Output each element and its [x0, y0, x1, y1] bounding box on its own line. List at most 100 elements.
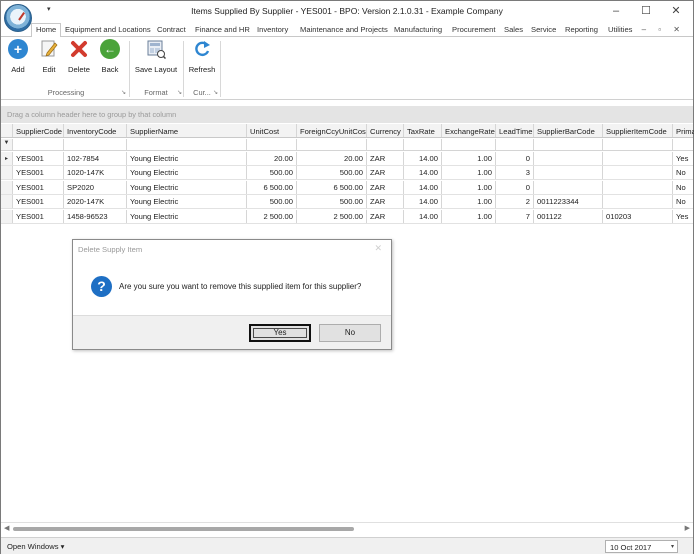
filter-cell-supplier-code[interactable]: [13, 139, 64, 150]
cell-inventory-code[interactable]: SP2020: [64, 180, 127, 194]
scroll-left-icon[interactable]: ◀: [4, 524, 9, 532]
table-row[interactable]: YES001 1458-96523 Young Electric 2 500.00 2 …: [1, 209, 694, 224]
table-row[interactable]: YES001 SP2020 Young Electric 6 500.00 6 500.…: [1, 180, 693, 195]
column-header-foreign-ccy-unit-cost[interactable]: ForeignCcyUnitCost: [297, 124, 367, 137]
cell-lead-time[interactable]: 0: [496, 180, 534, 194]
cell-primary[interactable]: Yes: [673, 152, 694, 165]
save-layout-button[interactable]: Save Layout: [133, 39, 179, 74]
maximize-button[interactable]: ☐: [631, 3, 661, 19]
cell-inventory-code[interactable]: 1020-147K: [64, 166, 127, 180]
cell-unit-cost[interactable]: 20.00: [247, 152, 297, 165]
cell-supplier-code[interactable]: YES001: [13, 195, 64, 209]
scroll-thumb[interactable]: [13, 527, 354, 531]
column-header-exchange-rate[interactable]: ExchangeRate: [442, 124, 496, 137]
cell-lead-time[interactable]: 2: [496, 195, 534, 209]
cell-unit-cost[interactable]: 6 500.00: [247, 180, 297, 194]
cell-supplier-name[interactable]: Young Electric: [127, 166, 247, 180]
tab-inventory[interactable]: Inventory: [257, 24, 288, 37]
cell-supplier-bar-code[interactable]: [534, 166, 603, 180]
format-launcher-icon[interactable]: ↘: [177, 89, 182, 96]
column-header-supplier-bar-code[interactable]: SupplierBarCode: [534, 124, 603, 137]
edit-button[interactable]: Edit: [38, 39, 60, 74]
filter-cell-primary[interactable]: [673, 139, 694, 150]
cell-supplier-name[interactable]: Young Electric: [127, 180, 247, 194]
filter-cell-unit-cost[interactable]: [247, 139, 297, 150]
cell-foreign-ccy-unit-cost[interactable]: 500.00: [297, 195, 367, 209]
cell-tax-rate[interactable]: 14.00: [404, 152, 442, 165]
tab-home[interactable]: Home: [31, 23, 62, 38]
cell-unit-cost[interactable]: 2 500.00: [247, 209, 297, 223]
cell-exchange-rate[interactable]: 1.00: [442, 209, 496, 223]
mdi-window-controls[interactable]: – ▫ ✕: [642, 25, 685, 34]
column-header-inventory-code[interactable]: InventoryCode: [64, 124, 127, 137]
cell-primary[interactable]: No: [673, 195, 694, 208]
cell-exchange-rate[interactable]: 1.00: [442, 195, 496, 209]
back-button[interactable]: ← Back: [99, 39, 121, 74]
processing-launcher-icon[interactable]: ↘: [121, 89, 126, 96]
filter-cell-supplier-name[interactable]: [127, 139, 247, 150]
delete-button[interactable]: Delete: [66, 39, 92, 74]
tab-contract[interactable]: Contract: [157, 24, 186, 37]
row-indicator[interactable]: [1, 209, 13, 223]
group-by-panel[interactable]: Drag a column header here to group by th…: [1, 106, 693, 123]
app-logo-icon[interactable]: [4, 4, 32, 32]
cell-primary[interactable]: Yes: [673, 210, 694, 223]
tab-maintenance-and-projects[interactable]: Maintenance and Projects: [300, 24, 388, 37]
date-dropdown-icon[interactable]: ▾: [671, 543, 674, 550]
table-row[interactable]: YES001 2020-147K Young Electric 500.00 500.0…: [1, 195, 694, 210]
filter-cell-lead-time[interactable]: [496, 139, 534, 150]
cell-supplier-item-code[interactable]: 010203: [603, 209, 673, 223]
cell-exchange-rate[interactable]: 1.00: [442, 166, 496, 180]
table-row[interactable]: ▸ YES001 102-7854 Young Electric 20.00 20.00 Z…: [1, 152, 693, 166]
tab-finance-and-hr[interactable]: Finance and HR: [195, 24, 250, 37]
cell-supplier-code[interactable]: YES001: [13, 180, 64, 194]
tab-reporting[interactable]: Reporting: [565, 24, 598, 37]
row-indicator[interactable]: ▸: [1, 152, 13, 165]
cell-foreign-ccy-unit-cost[interactable]: 20.00: [297, 152, 367, 165]
cell-exchange-rate[interactable]: 1.00: [442, 180, 496, 194]
cell-supplier-bar-code[interactable]: 001122: [534, 209, 603, 223]
cell-supplier-code[interactable]: YES001: [13, 152, 64, 165]
column-header-unit-cost[interactable]: UnitCost: [247, 124, 297, 137]
cell-currency[interactable]: ZAR: [367, 180, 404, 194]
cell-tax-rate[interactable]: 14.00: [404, 195, 442, 209]
column-header-primary[interactable]: Prima: [673, 124, 694, 137]
cell-currency[interactable]: ZAR: [367, 152, 404, 165]
cell-primary[interactable]: No: [673, 166, 694, 179]
row-indicator[interactable]: [1, 195, 13, 209]
column-header-supplier-item-code[interactable]: SupplierItemCode: [603, 124, 673, 137]
cell-supplier-item-code[interactable]: [603, 166, 673, 180]
filter-cell-exchange-rate[interactable]: [442, 139, 496, 150]
column-header-currency[interactable]: Currency: [367, 124, 404, 137]
yes-button[interactable]: Yes: [249, 324, 311, 342]
cell-inventory-code[interactable]: 1458-96523: [64, 209, 127, 223]
cell-foreign-ccy-unit-cost[interactable]: 6 500.00: [297, 180, 367, 194]
column-header-lead-time[interactable]: LeadTime: [496, 124, 534, 137]
cell-tax-rate[interactable]: 14.00: [404, 180, 442, 194]
cell-lead-time[interactable]: 0: [496, 152, 534, 165]
scroll-right-icon[interactable]: ▶: [685, 524, 690, 532]
cell-supplier-bar-code[interactable]: 0011223344: [534, 195, 603, 209]
cell-exchange-rate[interactable]: 1.00: [442, 152, 496, 165]
cell-currency[interactable]: ZAR: [367, 209, 404, 223]
cell-tax-rate[interactable]: 14.00: [404, 166, 442, 180]
cell-foreign-ccy-unit-cost[interactable]: 2 500.00: [297, 209, 367, 223]
cell-inventory-code[interactable]: 2020-147K: [64, 195, 127, 209]
cell-lead-time[interactable]: 3: [496, 166, 534, 180]
open-windows-button[interactable]: Open Windows ▾: [7, 542, 64, 551]
cell-supplier-bar-code[interactable]: [534, 180, 603, 194]
row-indicator[interactable]: [1, 166, 13, 180]
current-launcher-icon[interactable]: ↘: [213, 89, 218, 96]
cell-supplier-item-code[interactable]: [603, 180, 673, 194]
tab-utilities[interactable]: Utilities: [608, 24, 632, 37]
cell-currency[interactable]: ZAR: [367, 166, 404, 180]
cell-supplier-name[interactable]: Young Electric: [127, 195, 247, 209]
grid-filter-row[interactable]: ▼: [1, 139, 693, 151]
tab-equipment-and-locations[interactable]: Equipment and Locations: [65, 24, 151, 37]
no-button[interactable]: No: [319, 324, 381, 342]
table-row[interactable]: YES001 1020-147K Young Electric 500.00 500.0…: [1, 166, 694, 181]
cell-tax-rate[interactable]: 14.00: [404, 209, 442, 223]
cell-unit-cost[interactable]: 500.00: [247, 195, 297, 209]
column-header-supplier-name[interactable]: SupplierName: [127, 124, 247, 137]
filter-cell-supplier-bar-code[interactable]: [534, 139, 603, 150]
